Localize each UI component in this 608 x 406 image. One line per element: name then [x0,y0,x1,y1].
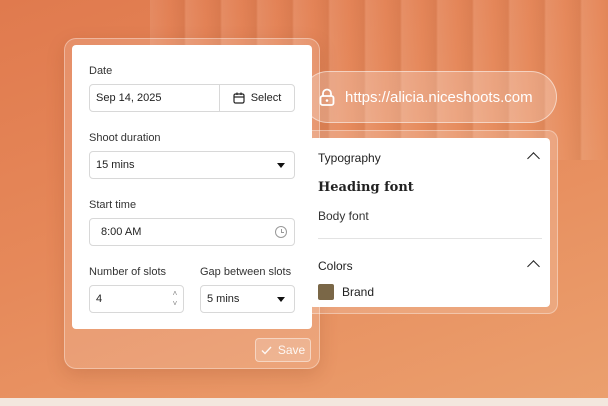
clock-icon [275,226,287,238]
duration-value: 15 mins [96,159,135,171]
chevron-down-icon [277,163,285,168]
gap-select[interactable]: 5 mins [200,285,295,313]
select-date-button[interactable]: Select [219,84,295,112]
chevron-up-icon[interactable] [527,152,540,165]
save-label: Save [277,343,306,357]
heading-font-label[interactable]: Heading font [318,180,414,195]
start-time-label: Start time [89,199,137,211]
calendar-icon [233,92,245,104]
date-value: Sep 14, 2025 [96,92,162,104]
start-time-value: 8:00 AM [101,226,142,238]
booking-form: Date Sep 14, 2025 Select Shoot duration … [72,45,312,329]
brand-color-swatch[interactable] [318,284,334,300]
gap-value: 5 mins [207,293,240,305]
lock-icon [319,88,335,106]
date-label: Date [89,65,113,77]
bottom-strip [0,398,608,406]
start-time-input[interactable]: 8:00 AM [89,218,295,246]
style-panel: Typography Heading font Body font Colors… [309,138,550,307]
brand-label: Brand [342,285,375,299]
select-label: Select [250,92,282,104]
slots-value: 4 [96,293,103,305]
stepper-arrows-icon[interactable]: ˄ ˅ [170,289,180,309]
duration-label: Shoot duration [89,132,161,144]
save-button[interactable]: Save [255,338,311,362]
colors-title: Colors [318,259,353,273]
duration-select[interactable]: 15 mins [89,151,295,179]
divider [318,238,542,239]
check-icon [261,346,272,355]
gap-label: Gap between slots [200,266,292,278]
date-field[interactable]: Sep 14, 2025 [89,84,220,112]
url-pill[interactable]: https://alicia.niceshoots.com [302,71,557,123]
chevron-down-icon [277,297,285,302]
chevron-up-icon[interactable] [527,260,540,273]
url-text: https://alicia.niceshoots.com [345,88,533,106]
typography-title: Typography [318,151,381,165]
slots-stepper[interactable]: 4 ˄ ˅ [89,285,184,313]
slots-label: Number of slots [89,266,167,278]
body-font-label[interactable]: Body font [318,209,369,223]
